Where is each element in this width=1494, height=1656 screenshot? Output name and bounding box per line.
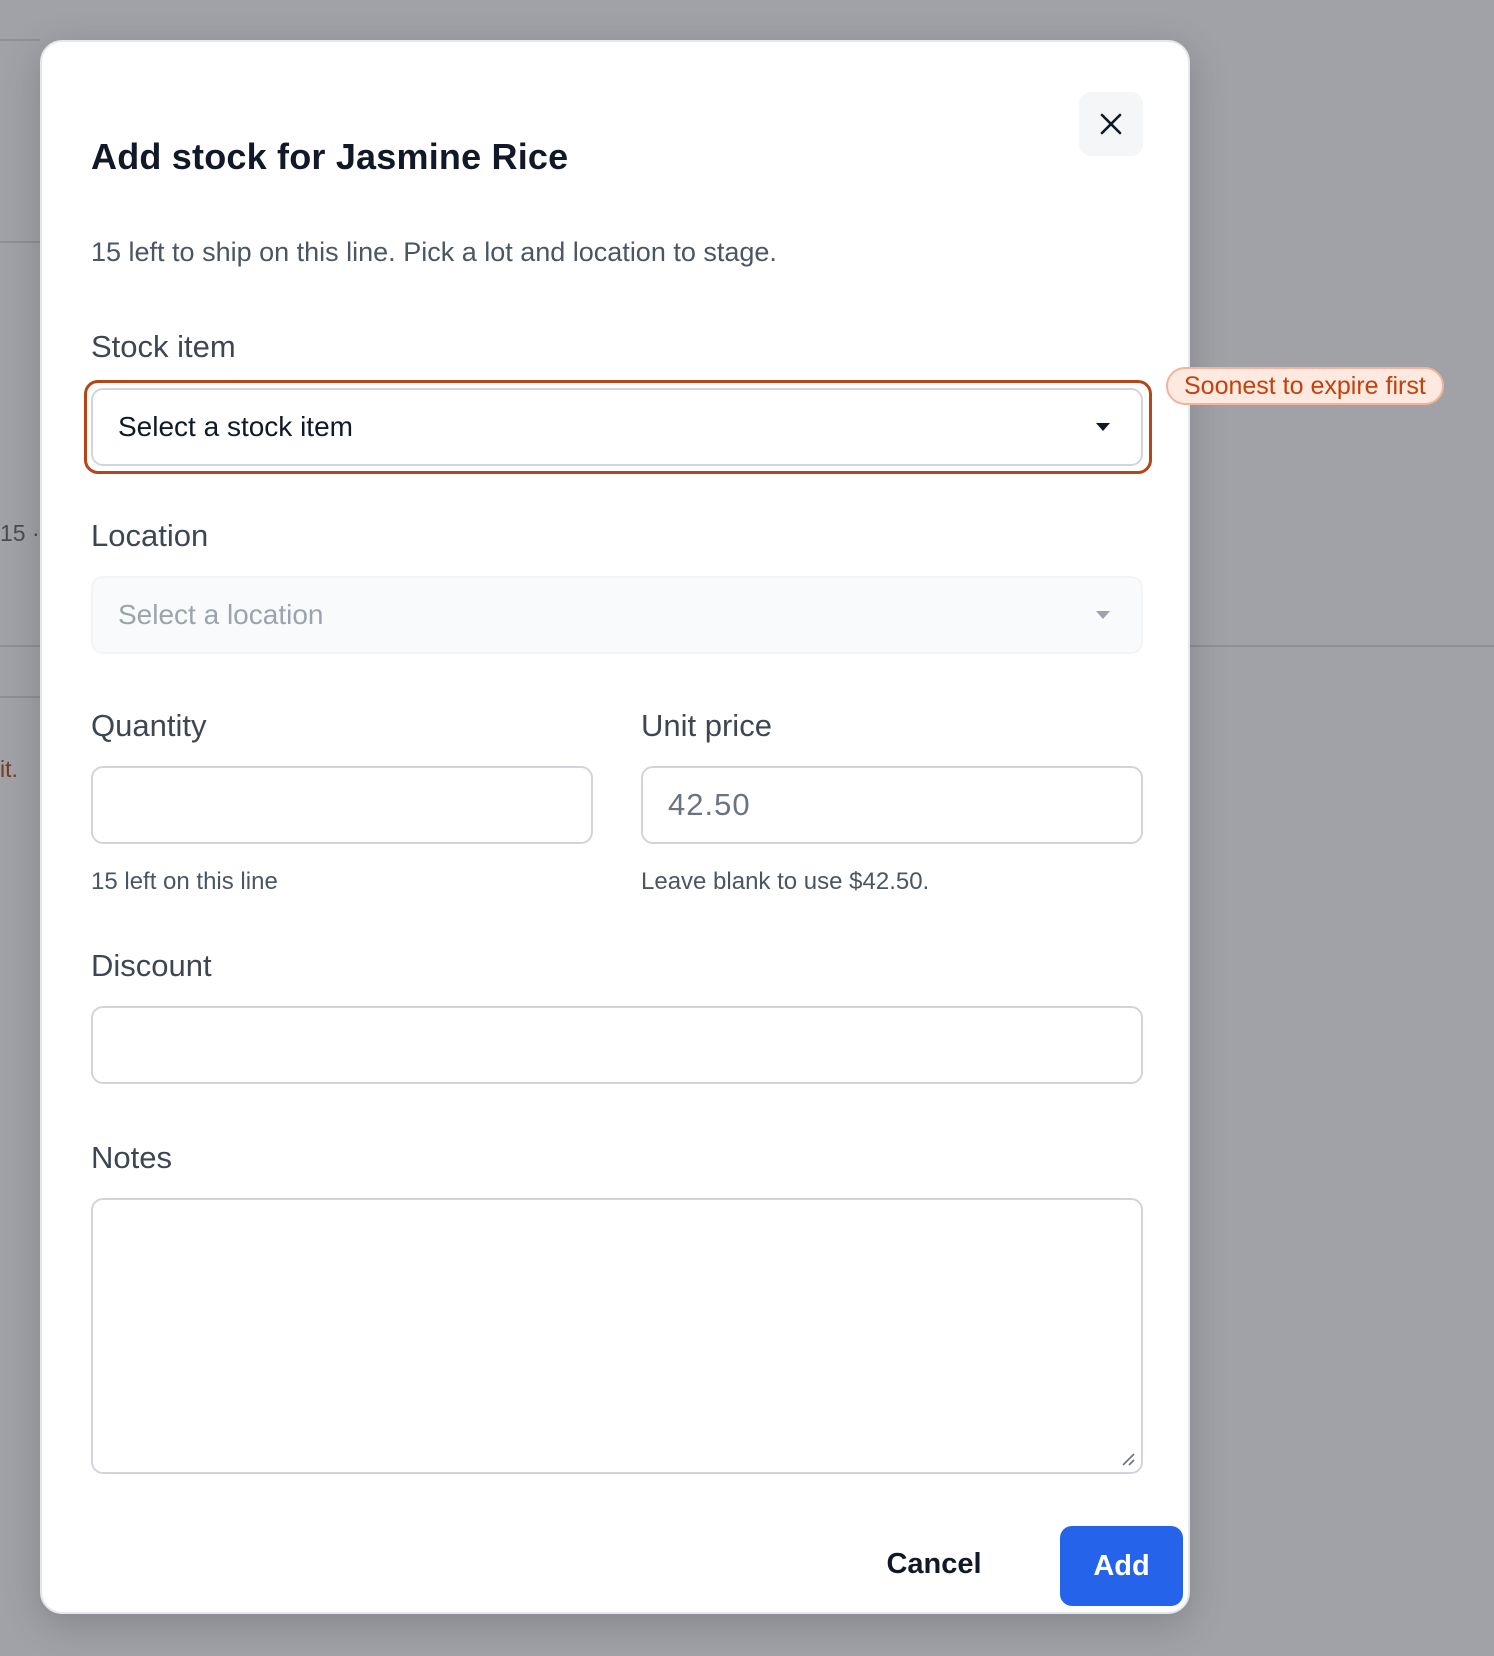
background-divider bbox=[0, 39, 40, 41]
stock-item-select-value: Select a stock item bbox=[118, 411, 353, 442]
close-icon bbox=[1100, 113, 1122, 135]
unit-price-label: Unit price bbox=[641, 708, 772, 743]
unit-price-hint: Leave blank to use $42.50. bbox=[641, 868, 930, 895]
resize-handle-icon[interactable] bbox=[1121, 1452, 1135, 1466]
chevron-down-icon bbox=[1096, 611, 1110, 619]
dialog-description: 15 left to ship on this line. Pick a lot… bbox=[91, 237, 777, 267]
quantity-hint: 15 left on this line bbox=[91, 868, 278, 895]
close-button[interactable] bbox=[1079, 92, 1143, 156]
add-stock-dialog: Add stock for Jasmine Rice 15 left to sh… bbox=[40, 40, 1190, 1614]
discount-input[interactable] bbox=[91, 1006, 1143, 1084]
add-button[interactable]: Add bbox=[1060, 1526, 1183, 1606]
background-divider bbox=[0, 645, 40, 647]
sort-hint-badge: Soonest to expire first bbox=[1166, 367, 1444, 405]
location-select[interactable]: Select a location bbox=[91, 576, 1143, 654]
background-text: 15 · bbox=[0, 520, 40, 546]
cancel-button[interactable]: Cancel bbox=[874, 1526, 994, 1602]
dialog-title: Add stock for Jasmine Rice bbox=[91, 136, 569, 177]
quantity-input[interactable] bbox=[91, 766, 593, 844]
location-label: Location bbox=[91, 518, 209, 553]
notes-label: Notes bbox=[91, 1140, 172, 1175]
background-divider bbox=[0, 696, 40, 698]
chevron-down-icon bbox=[1096, 423, 1110, 431]
stock-item-label: Stock item bbox=[91, 329, 236, 364]
quantity-label: Quantity bbox=[91, 708, 207, 743]
location-select-value: Select a location bbox=[118, 599, 324, 630]
stock-item-select[interactable]: Select a stock item bbox=[91, 388, 1143, 466]
unit-price-input[interactable]: 42.50 bbox=[641, 766, 1143, 844]
background-divider bbox=[0, 241, 40, 243]
unit-price-placeholder: 42.50 bbox=[668, 787, 751, 822]
discount-label: Discount bbox=[91, 948, 212, 983]
notes-textarea[interactable] bbox=[91, 1198, 1143, 1474]
background-text: it. bbox=[0, 756, 18, 782]
